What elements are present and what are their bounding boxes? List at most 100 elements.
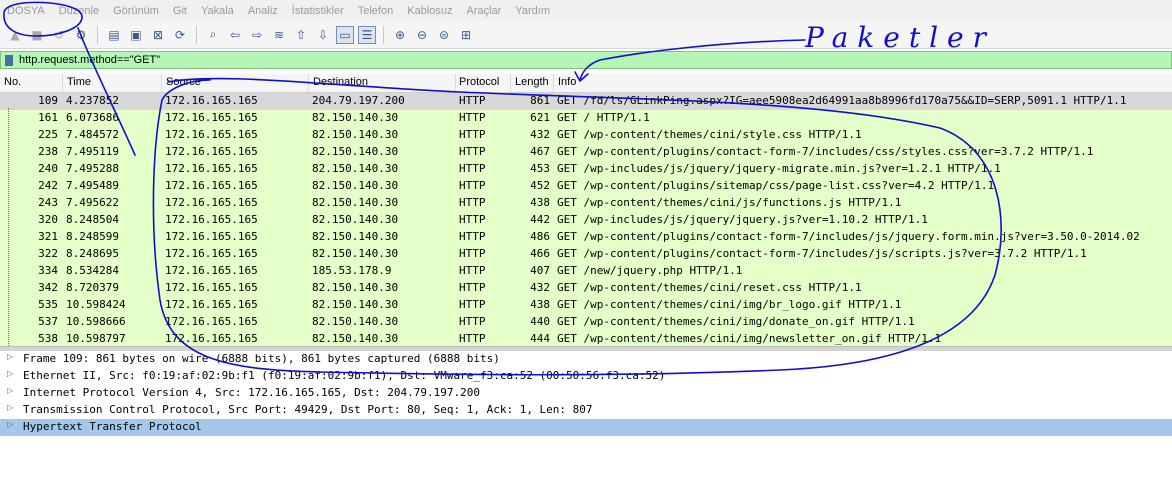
detail-tree-item[interactable]: ▷ Hypertext Transfer Protocol [0,419,1172,436]
back-arrow-icon[interactable]: ⇦ [226,26,244,44]
packet-cell-dst: 82.150.140.30 [312,111,399,124]
menu-item[interactable]: Araçlar [460,5,509,17]
zoom-normal-icon[interactable]: ⊜ [435,26,453,44]
packet-cell-dst: 82.150.140.30 [312,281,399,294]
last-packet-icon[interactable]: ⇩ [314,26,332,44]
menu-item[interactable]: Görünüm [106,5,166,17]
detail-text: Hypertext Transfer Protocol [23,420,202,433]
packet-cell-len: 467 [530,145,550,158]
packet-cell-proto: HTTP [459,281,486,294]
menu-item[interactable]: Düzenle [52,5,106,17]
save-icon[interactable]: ▣ [127,26,145,44]
packet-row[interactable]: 538 10.598797 172.16.165.165 82.150.140.30 H… [0,331,1172,346]
packet-row[interactable]: 322 8.248695 172.16.165.165 82.150.140.30 HT… [0,246,1172,263]
column-divider[interactable] [62,74,63,92]
expand-arrow-icon[interactable]: ▷ [7,352,13,361]
packet-cell-time: 8.248599 [66,230,119,243]
menu-item[interactable]: DOSYA [0,5,52,17]
packet-cell-info: GET /new/jquery.php HTTP/1.1 [557,264,743,277]
column-header-info[interactable]: Info [558,76,576,88]
packet-row[interactable]: 535 10.598424 172.16.165.165 82.150.140.30 H… [0,297,1172,314]
packet-list-header: No. Time Source Destination Protocol Len… [0,74,1172,93]
find-icon[interactable]: ⌕ [204,26,222,44]
stop-icon[interactable]: ■ [28,26,46,44]
first-packet-icon[interactable]: ⇧ [292,26,310,44]
packet-row[interactable]: 238 7.495119 172.16.165.165 82.150.140.30 HT… [0,144,1172,161]
packet-row[interactable]: 321 8.248599 172.16.165.165 82.150.140.30 HT… [0,229,1172,246]
display-filter-input[interactable]: http.request.method=="GET" [19,54,160,66]
packet-cell-time: 4.237852 [66,94,119,107]
zoom-in-icon[interactable]: ⊕ [391,26,409,44]
open-folder-icon[interactable]: ▤ [105,26,123,44]
packet-cell-proto: HTTP [459,128,486,141]
column-divider[interactable] [161,74,162,92]
menu-item[interactable]: Yardım [508,5,557,17]
packet-cell-time: 7.495119 [66,145,119,158]
expand-arrow-icon[interactable]: ▷ [7,403,13,412]
packet-cell-time: 7.495489 [66,179,119,192]
shark-fin-start-icon[interactable]: ▲ [6,26,24,44]
packet-cell-proto: HTTP [459,162,486,175]
column-header-source[interactable]: Source [166,76,201,88]
detail-tree-item[interactable]: ▷ Transmission Control Protocol, Src Port… [0,402,1172,419]
packet-row[interactable]: 320 8.248504 172.16.165.165 82.150.140.30 HT… [0,212,1172,229]
column-divider[interactable] [455,74,456,92]
expand-arrow-icon[interactable]: ▷ [7,420,13,429]
detail-text: Transmission Control Protocol, Src Port:… [23,403,593,416]
close-file-icon[interactable]: ⊠ [149,26,167,44]
detail-tree-item[interactable]: ▷ Internet Protocol Version 4, Src: 172.1… [0,385,1172,402]
packet-cell-time: 6.073686 [66,111,119,124]
packet-row[interactable]: 334 8.534284 172.16.165.165 185.53.178.9 HTT… [0,263,1172,280]
autoscroll-icon[interactable]: ▭ [336,25,354,44]
packet-row[interactable]: 161 6.073686 172.16.165.165 82.150.140.30 HT… [0,110,1172,127]
column-divider[interactable] [308,74,309,92]
reload-icon[interactable]: ⟳ [171,26,189,44]
packet-cell-proto: HTTP [459,315,486,328]
menu-item[interactable]: İstatistikler [285,5,351,17]
packet-cell-info: GET /wp-includes/js/jquery/jquery.js?ver… [557,213,928,226]
packet-cell-time: 10.598424 [66,298,126,311]
toolbar-separator [196,25,197,44]
toolbar-separator [383,25,384,44]
column-header-time[interactable]: Time [67,76,91,88]
detail-tree-item[interactable]: ▷ Ethernet II, Src: f0:19:af:02:9b:f1 (f0… [0,368,1172,385]
packet-cell-src: 172.16.165.165 [165,247,258,260]
expand-arrow-icon[interactable]: ▷ [7,386,13,395]
packet-row[interactable]: 240 7.495288 172.16.165.165 82.150.140.30 HT… [0,161,1172,178]
packet-cell-dst: 204.79.197.200 [312,94,405,107]
packet-cell-info: GET /wp-content/themes/cini/img/donate_o… [557,315,915,328]
column-header-destination[interactable]: Destination [313,76,368,88]
bookmark-icon[interactable] [5,54,13,66]
column-header-protocol[interactable]: Protocol [459,76,499,88]
packet-cell-len: 438 [530,298,550,311]
colorize-icon[interactable]: ☰ [358,25,376,44]
forward-arrow-icon[interactable]: ⇨ [248,26,266,44]
packet-cell-time: 8.534284 [66,264,119,277]
packet-row[interactable]: 109 4.237852 172.16.165.165 204.79.197.200 H… [0,93,1172,110]
menu-item[interactable]: Analiz [241,5,285,17]
packet-cell-src: 172.16.165.165 [165,128,258,141]
restart-icon[interactable]: ↺ [50,26,68,44]
zoom-out-icon[interactable]: ⊖ [413,26,431,44]
column-divider[interactable] [553,74,554,92]
packet-row[interactable]: 243 7.495622 172.16.165.165 82.150.140.30 HT… [0,195,1172,212]
menu-item[interactable]: Yakala [194,5,241,17]
expand-arrow-icon[interactable]: ▷ [7,369,13,378]
packet-cell-info: GET /wp-content/themes/cini/img/br_logo.… [557,298,902,311]
menu-item[interactable]: Kablosuz [400,5,459,17]
packet-row[interactable]: 242 7.495489 172.16.165.165 82.150.140.30 HT… [0,178,1172,195]
packet-cell-dst: 82.150.140.30 [312,128,399,141]
detail-tree-item[interactable]: ▷ Frame 109: 861 bytes on wire (6888 bits… [0,351,1172,368]
go-to-packet-icon[interactable]: ≋ [270,26,288,44]
column-divider[interactable] [510,74,511,92]
packet-row[interactable]: 537 10.598666 172.16.165.165 82.150.140.30 H… [0,314,1172,331]
packet-cell-info: GET /wp-content/plugins/contact-form-7/i… [557,247,1087,260]
menu-item[interactable]: Telefon [351,5,400,17]
packet-row[interactable]: 342 8.720379 172.16.165.165 82.150.140.30 HT… [0,280,1172,297]
column-header-length[interactable]: Length [515,76,549,88]
resize-columns-icon[interactable]: ⊞ [457,26,475,44]
options-gear-icon[interactable]: ⚙ [72,26,90,44]
menu-item[interactable]: Git [166,5,194,17]
packet-row[interactable]: 225 7.484572 172.16.165.165 82.150.140.30 HT… [0,127,1172,144]
column-header-no[interactable]: No. [4,76,21,88]
